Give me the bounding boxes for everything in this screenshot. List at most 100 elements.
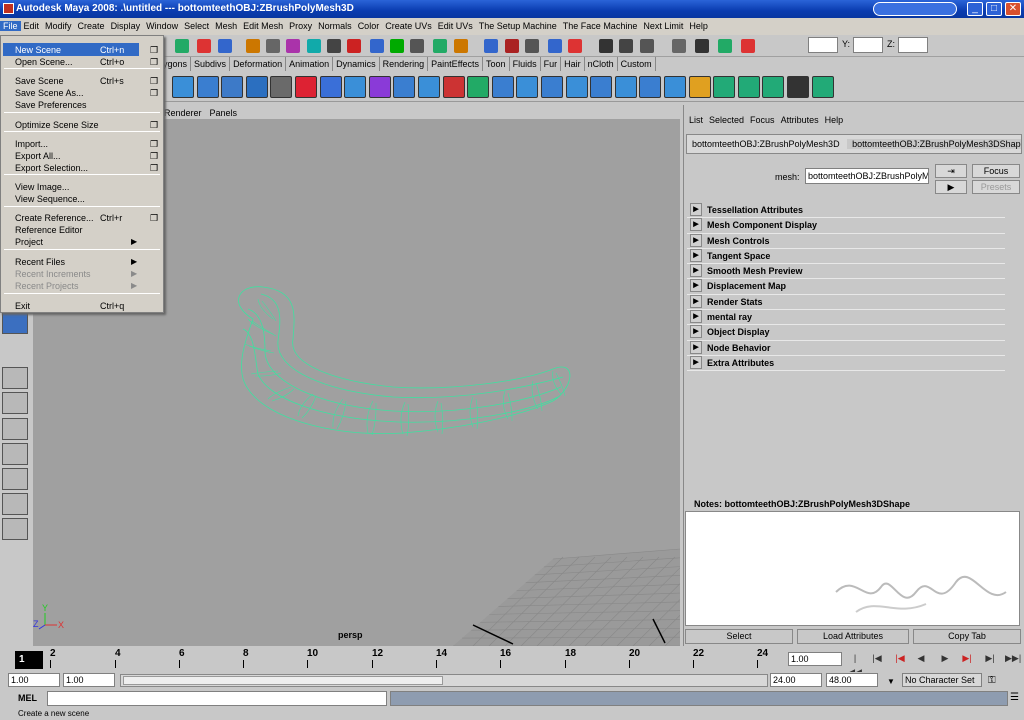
select-button[interactable]: Select bbox=[685, 629, 793, 644]
status-tool-icon[interactable] bbox=[390, 39, 404, 53]
menu-item-open-scene[interactable]: Open Scene... bbox=[15, 57, 73, 67]
status-tool-icon[interactable] bbox=[619, 39, 633, 53]
status-tool-icon[interactable] bbox=[433, 39, 447, 53]
section-displacement-map[interactable]: Displacement Map bbox=[687, 279, 1005, 295]
shelf-tab-fluids[interactable]: Fluids bbox=[510, 57, 541, 71]
play-forward-icon[interactable]: ▶ bbox=[938, 651, 952, 665]
status-tool-icon[interactable] bbox=[599, 39, 613, 53]
shelf-tool-icon[interactable] bbox=[516, 76, 539, 98]
shelf-tool-icon[interactable] bbox=[295, 76, 317, 98]
range-slider-handle[interactable] bbox=[123, 676, 443, 685]
key-icon[interactable]: ⚿ bbox=[988, 675, 996, 686]
nvidia-tray-icon[interactable] bbox=[873, 2, 957, 16]
shelf-tool-icon[interactable] bbox=[762, 76, 785, 98]
layout-tool-icon[interactable] bbox=[2, 468, 28, 490]
ae-menu-help[interactable]: Help bbox=[822, 115, 847, 125]
shelf-tool-icon[interactable] bbox=[418, 76, 440, 98]
option-box-icon[interactable]: ❒ bbox=[150, 88, 158, 99]
section-tangent-space[interactable]: Tangent Space bbox=[687, 248, 1005, 265]
step-forward-frame-icon[interactable]: ▶| bbox=[960, 651, 974, 665]
layout-tool-icon[interactable] bbox=[2, 312, 28, 334]
menu-window[interactable]: Window bbox=[143, 21, 181, 31]
viewport-menu-panels[interactable]: Panels bbox=[206, 108, 242, 118]
step-back-key-icon[interactable]: |◀ bbox=[870, 651, 884, 665]
shelf-tool-icon[interactable] bbox=[811, 76, 834, 98]
viewport-menu-renderer[interactable]: Renderer bbox=[160, 108, 206, 118]
shelf-tool-icon[interactable] bbox=[270, 76, 293, 98]
section-extra-attributes[interactable]: Extra Attributes bbox=[687, 355, 1005, 372]
goto-output-icon[interactable]: ▶ bbox=[935, 180, 967, 194]
presets-button[interactable]: Presets bbox=[972, 180, 1020, 194]
minimize-button[interactable]: _ bbox=[967, 2, 983, 16]
shelf-tool-icon[interactable] bbox=[196, 76, 219, 98]
ae-menu-focus[interactable]: Focus bbox=[747, 115, 778, 125]
shelf-tool-icon[interactable] bbox=[245, 76, 268, 98]
shelf-tool-icon[interactable] bbox=[319, 76, 342, 98]
range-slider[interactable] bbox=[120, 674, 768, 687]
menu-item-save-scene[interactable]: Save Scene bbox=[15, 76, 64, 86]
status-tool-icon[interactable] bbox=[410, 39, 424, 53]
option-box-icon[interactable]: ❒ bbox=[150, 76, 158, 87]
section-node-behavior[interactable]: Node Behavior bbox=[687, 340, 1005, 356]
option-box-icon[interactable]: ❒ bbox=[150, 45, 158, 56]
section-tessellation-attributes[interactable]: Tessellation Attributes bbox=[687, 203, 1005, 219]
shelf-tab-subdivs[interactable]: Subdivs bbox=[191, 57, 231, 71]
section-object-display[interactable]: Object Display bbox=[687, 325, 1005, 341]
wireframe-mesh[interactable] bbox=[238, 286, 571, 434]
shelf-tab-animation[interactable]: Animation bbox=[286, 57, 334, 71]
status-tool-icon[interactable] bbox=[286, 39, 300, 53]
menu-the-setup-machine[interactable]: The Setup Machine bbox=[476, 21, 560, 31]
shelf-tab-painteffects[interactable]: PaintEffects bbox=[428, 57, 484, 71]
menu-item-export-selection[interactable]: Export Selection... bbox=[15, 163, 88, 173]
status-tool-icon[interactable] bbox=[718, 39, 732, 53]
start-time-field[interactable]: 1.00 bbox=[8, 673, 60, 687]
status-tool-icon[interactable] bbox=[246, 39, 260, 53]
shelf-tab-dynamics[interactable]: Dynamics bbox=[333, 57, 380, 71]
character-set-dropdown-icon[interactable]: ▼ bbox=[887, 677, 895, 686]
mesh-name-field[interactable]: bottomteethOBJ:ZBrushPolyMe bbox=[805, 168, 929, 184]
menu-edit[interactable]: Edit bbox=[21, 21, 43, 31]
command-input[interactable] bbox=[47, 691, 387, 706]
status-tool-icon[interactable] bbox=[672, 39, 686, 53]
option-box-icon[interactable]: ❒ bbox=[150, 139, 158, 150]
shelf-tool-icon[interactable] bbox=[639, 76, 662, 98]
shelf-tool-icon[interactable] bbox=[713, 76, 736, 98]
status-tool-icon[interactable] bbox=[347, 39, 361, 53]
menu-mesh[interactable]: Mesh bbox=[212, 21, 240, 31]
status-tool-icon[interactable] bbox=[175, 39, 189, 53]
shelf-tool-icon[interactable] bbox=[393, 76, 416, 98]
menu-create[interactable]: Create bbox=[75, 21, 108, 31]
menu-item-save-preferences[interactable]: Save Preferences bbox=[15, 100, 87, 110]
shelf-tool-icon[interactable] bbox=[442, 76, 465, 98]
status-tool-icon[interactable] bbox=[568, 39, 582, 53]
shelf-tool-icon[interactable] bbox=[737, 76, 760, 98]
shelf-tab-custom[interactable]: Custom bbox=[618, 57, 656, 71]
menu-item-reference-editor[interactable]: Reference Editor bbox=[15, 225, 83, 235]
goto-end-icon[interactable]: ▶▶| bbox=[1005, 651, 1021, 665]
menu-modify[interactable]: Modify bbox=[42, 21, 75, 31]
menu-item-create-reference[interactable]: Create Reference... bbox=[15, 213, 94, 223]
menu-the-face-machine[interactable]: The Face Machine bbox=[560, 21, 641, 31]
shelf-tool-icon[interactable] bbox=[614, 76, 637, 98]
shelf-tool-icon[interactable] bbox=[565, 76, 588, 98]
ae-menu-attributes[interactable]: Attributes bbox=[778, 115, 822, 125]
end-time-field[interactable]: 48.00 bbox=[826, 673, 878, 687]
close-button[interactable]: ✕ bbox=[1005, 2, 1021, 16]
shelf-tab-ncloth[interactable]: nCloth bbox=[585, 57, 618, 71]
option-box-icon[interactable]: ❒ bbox=[150, 57, 158, 68]
menu-color[interactable]: Color bbox=[355, 21, 383, 31]
status-tool-icon[interactable] bbox=[741, 39, 755, 53]
playback-end-field[interactable]: 24.00 bbox=[770, 673, 822, 687]
menu-next-limit[interactable]: Next Limit bbox=[640, 21, 686, 31]
status-tool-icon[interactable] bbox=[327, 39, 341, 53]
shelf-tool-icon[interactable] bbox=[491, 76, 514, 98]
menu-item-recent-increments[interactable]: Recent Increments bbox=[15, 269, 91, 279]
maximize-button[interactable]: □ bbox=[986, 2, 1002, 16]
menu-help[interactable]: Help bbox=[686, 21, 711, 31]
shelf-tab-fur[interactable]: Fur bbox=[541, 57, 562, 71]
shelf-tool-icon[interactable] bbox=[172, 76, 194, 98]
layout-tool-icon[interactable] bbox=[2, 493, 28, 515]
y-coord-field[interactable] bbox=[853, 37, 883, 53]
menu-select[interactable]: Select bbox=[181, 21, 212, 31]
option-box-icon[interactable]: ❒ bbox=[150, 120, 158, 131]
